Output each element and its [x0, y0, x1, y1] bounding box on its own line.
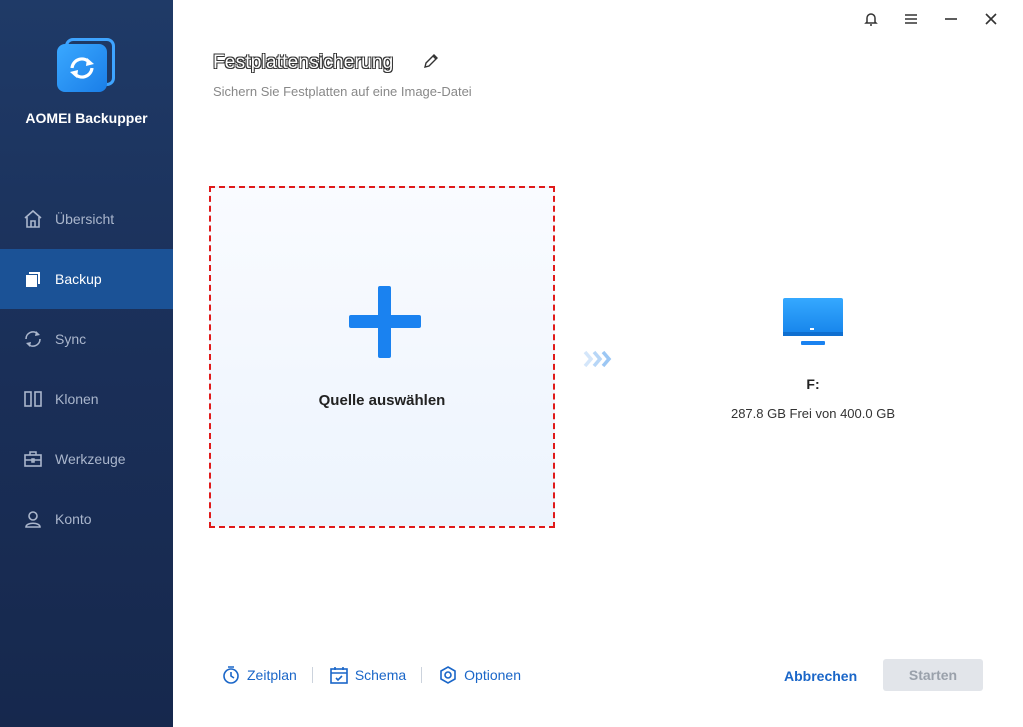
sidebar-item-sync[interactable]: Sync [0, 309, 173, 369]
app-logo-area: AOMEI Backupper [0, 36, 173, 126]
plus-icon [349, 286, 421, 358]
schedule-button[interactable]: Zeitplan [220, 664, 297, 686]
menu-icon[interactable] [891, 8, 931, 30]
sidebar-item-konto[interactable]: Konto [0, 489, 173, 549]
cancel-button[interactable]: Abbrechen [784, 668, 857, 684]
sidebar-item-klonen[interactable]: Klonen [0, 369, 173, 429]
sync-icon [22, 328, 44, 350]
backup-icon [22, 268, 44, 290]
destination-drive-label: F: [806, 376, 820, 392]
sidebar-item-label: Konto [55, 511, 92, 527]
page-title: Festplattensicherung [213, 52, 394, 73]
schedule-label: Zeitplan [247, 667, 297, 683]
divider [311, 667, 313, 683]
sidebar-item-label: Sync [55, 331, 87, 347]
sidebar-item-uebersicht[interactable]: Übersicht [0, 189, 173, 249]
clone-icon [22, 388, 44, 410]
sidebar-item-label: Übersicht [55, 211, 115, 227]
source-label: Quelle auswählen [318, 392, 446, 409]
source-select-box[interactable]: Quelle auswählen [209, 186, 555, 528]
minimize-icon[interactable] [931, 8, 971, 30]
options-label: Optionen [464, 667, 521, 683]
monitor-icon[interactable] [781, 296, 845, 350]
chevrons-right-icon [583, 349, 615, 369]
timer-icon [220, 664, 242, 686]
close-icon[interactable] [971, 8, 1011, 30]
app-logo-icon [56, 36, 117, 92]
toolbox-icon [22, 448, 44, 470]
edit-icon[interactable] [422, 52, 440, 70]
sidebar-item-label: Werkzeuge [55, 451, 126, 467]
sidebar-item-label: Backup [55, 271, 102, 287]
calendar-check-icon [328, 664, 350, 686]
scheme-button[interactable]: Schema [328, 664, 406, 686]
home-icon [22, 208, 44, 230]
user-icon [22, 508, 44, 530]
app-name: AOMEI Backupper [25, 110, 148, 126]
sidebar-item-werkzeuge[interactable]: Werkzeuge [0, 429, 173, 489]
sidebar-nav: Übersicht Backup Sync Klonen Werkzeuge K… [0, 189, 173, 549]
options-button[interactable]: Optionen [437, 664, 521, 686]
window-controls [851, 8, 1011, 30]
footer-toolbar: Zeitplan Schema Optionen [220, 662, 521, 688]
scheme-label: Schema [354, 667, 407, 683]
settings-hex-icon [437, 664, 459, 686]
sidebar-item-label: Klonen [55, 391, 99, 407]
sidebar: AOMEI Backupper Übersicht Backup Sync Kl… [0, 0, 173, 727]
destination-space-info: 287.8 GB Frei von 400.0 GB [730, 406, 896, 421]
start-button[interactable]: Starten [883, 659, 983, 691]
bell-icon[interactable] [851, 8, 891, 30]
sidebar-item-backup[interactable]: Backup [0, 249, 173, 309]
divider [421, 667, 423, 683]
page-subtitle: Sichern Sie Festplatten auf eine Image-D… [213, 84, 472, 99]
